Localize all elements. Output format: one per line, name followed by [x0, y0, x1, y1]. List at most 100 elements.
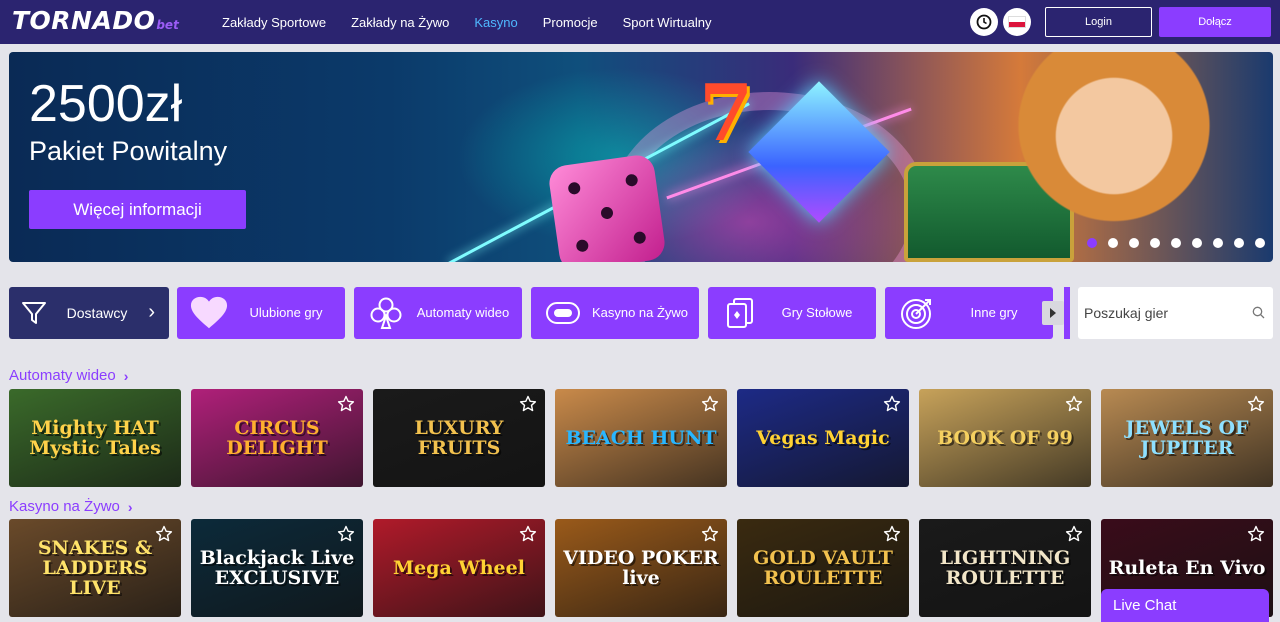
game-tile[interactable]: Mighty HAT Mystic Tales: [9, 389, 181, 487]
game-search: [1078, 287, 1273, 339]
category-label: Inne gry: [970, 305, 1018, 320]
game-tile[interactable]: BOOK OF 99: [919, 389, 1091, 487]
poland-flag-icon: [1008, 16, 1026, 28]
favorite-star-icon[interactable]: [1247, 525, 1265, 543]
language-selector[interactable]: [1003, 8, 1031, 36]
club-icon: [367, 295, 405, 331]
carousel-dots: [1087, 238, 1265, 248]
carousel-dot[interactable]: [1234, 238, 1244, 248]
section-title-text: Kasyno na Żywo: [9, 498, 120, 515]
brand-logo-text: TORNADO: [12, 6, 156, 35]
game-tile[interactable]: JEWELS OF JUPITER: [1101, 389, 1273, 487]
carousel-dot[interactable]: [1129, 238, 1139, 248]
caret-right-icon: [1050, 308, 1056, 318]
more-info-button[interactable]: Więcej informacji: [29, 190, 246, 229]
category-other-games[interactable]: Inne gry: [885, 287, 1053, 339]
carousel-dot[interactable]: [1171, 238, 1181, 248]
favorite-star-icon[interactable]: [1065, 395, 1083, 413]
nav-item-casino[interactable]: Kasyno: [474, 15, 517, 30]
game-title: Mighty HAT Mystic Tales: [29, 417, 161, 459]
brand-logo[interactable]: TORNADO bet: [12, 6, 179, 38]
category-table-games[interactable]: Gry Stołowe: [708, 287, 876, 339]
nav-item-live-betting[interactable]: Zakłady na Żywo: [351, 15, 449, 30]
nav-item-promotions[interactable]: Promocje: [543, 15, 598, 30]
chevron-right-icon: ›: [123, 367, 129, 384]
heart-icon: [190, 295, 228, 331]
game-tile[interactable]: BEACH HUNT: [555, 389, 727, 487]
hostess-illustration: [1009, 52, 1219, 262]
join-button[interactable]: Dołącz: [1159, 7, 1271, 37]
game-title: Blackjack Live EXCLUSIVE: [199, 547, 355, 589]
category-scroll-button[interactable]: [1042, 301, 1064, 325]
favorite-star-icon[interactable]: [155, 525, 173, 543]
carousel-dot[interactable]: [1087, 238, 1097, 248]
favorite-star-icon[interactable]: [701, 525, 719, 543]
login-button[interactable]: Login: [1045, 7, 1152, 37]
section-title-live-casino[interactable]: Kasyno na Żywo ›: [9, 498, 133, 515]
main-nav: Zakłady Sportowe Zakłady na Żywo Kasyno …: [222, 0, 737, 44]
game-tile[interactable]: VIDEO POKER live: [555, 519, 727, 617]
game-tile[interactable]: Vegas Magic: [737, 389, 909, 487]
favorite-star-icon[interactable]: [337, 395, 355, 413]
carousel-dot[interactable]: [1192, 238, 1202, 248]
lucky-seven-illustration: 7: [699, 68, 754, 159]
game-title: VIDEO POKER live: [563, 547, 719, 589]
game-tile[interactable]: SNAKES & LADDERS LIVE: [9, 519, 181, 617]
providers-button[interactable]: Dostawcy ›: [9, 287, 169, 339]
favorite-star-icon[interactable]: [1065, 525, 1083, 543]
game-title: BEACH HUNT: [565, 427, 717, 449]
game-search-input[interactable]: [1084, 301, 1244, 325]
carousel-dot[interactable]: [1108, 238, 1118, 248]
favorite-star-icon[interactable]: [883, 525, 901, 543]
game-tile[interactable]: CIRCUS DELIGHT: [191, 389, 363, 487]
nav-item-virtual-sports[interactable]: Sport Wirtualny: [623, 15, 712, 30]
favorite-star-icon[interactable]: [337, 525, 355, 543]
game-title: GOLD VAULT ROULETTE: [753, 547, 893, 589]
nav-item-sports-betting[interactable]: Zakłady Sportowe: [222, 15, 326, 30]
game-title: LUXURY FRUITS: [414, 417, 504, 459]
category-label: Kasyno na Żywo: [591, 305, 689, 320]
chevron-right-icon: ›: [148, 301, 155, 323]
hero-title: 2500zł: [29, 75, 183, 133]
category-label: Gry Stołowe: [781, 305, 853, 320]
playing-cards-icon: [721, 295, 759, 331]
casino-chip-icon: [544, 295, 582, 331]
live-casino-row: SNAKES & LADDERS LIVE Blackjack Live EXCL…: [9, 519, 1273, 617]
category-video-slots[interactable]: Automaty wideo: [354, 287, 522, 339]
hero-subtitle: Pakiet Powitalny: [29, 136, 228, 166]
category-label: Ulubione gry: [249, 305, 323, 320]
clock-icon: [976, 14, 992, 30]
game-title: JEWELS OF JUPITER: [1125, 417, 1249, 459]
game-title: SNAKES & LADDERS LIVE: [37, 537, 153, 599]
favorite-star-icon[interactable]: [1247, 395, 1265, 413]
category-label: Automaty wideo: [416, 305, 510, 320]
dice-illustration: [547, 153, 667, 262]
brand-logo-suffix: bet: [156, 18, 179, 32]
game-tile[interactable]: Blackjack Live EXCLUSIVE: [191, 519, 363, 617]
game-tile[interactable]: Mega Wheel: [373, 519, 545, 617]
clock-button[interactable]: [970, 8, 998, 36]
game-tile[interactable]: GOLD VAULT ROULETTE: [737, 519, 909, 617]
hero-banner[interactable]: 7 2500zł Pakiet Powitalny Więcej informa…: [9, 52, 1273, 262]
providers-label: Dostawcy: [66, 305, 128, 321]
carousel-dot[interactable]: [1213, 238, 1223, 248]
category-favorites[interactable]: Ulubione gry: [177, 287, 345, 339]
game-tile[interactable]: LUXURY FRUITS: [373, 389, 545, 487]
game-title: LIGHTNING ROULETTE: [939, 547, 1071, 589]
favorite-star-icon[interactable]: [519, 395, 537, 413]
section-title-text: Automaty wideo: [9, 367, 116, 384]
favorite-star-icon[interactable]: [701, 395, 719, 413]
video-slots-row: Mighty HAT Mystic Tales CIRCUS DELIGHT LUX…: [9, 389, 1273, 487]
favorite-star-icon[interactable]: [883, 395, 901, 413]
target-icon: [898, 295, 936, 331]
live-chat-button[interactable]: Live Chat: [1101, 589, 1269, 622]
favorite-star-icon[interactable]: [519, 525, 537, 543]
game-title: BOOK OF 99: [937, 427, 1073, 449]
section-title-video-slots[interactable]: Automaty wideo ›: [9, 367, 128, 384]
carousel-dot[interactable]: [1255, 238, 1265, 248]
category-live-casino[interactable]: Kasyno na Żywo: [531, 287, 699, 339]
carousel-dot[interactable]: [1150, 238, 1160, 248]
search-icon[interactable]: [1252, 306, 1265, 319]
game-title: Vegas Magic: [756, 427, 890, 449]
game-tile[interactable]: LIGHTNING ROULETTE: [919, 519, 1091, 617]
